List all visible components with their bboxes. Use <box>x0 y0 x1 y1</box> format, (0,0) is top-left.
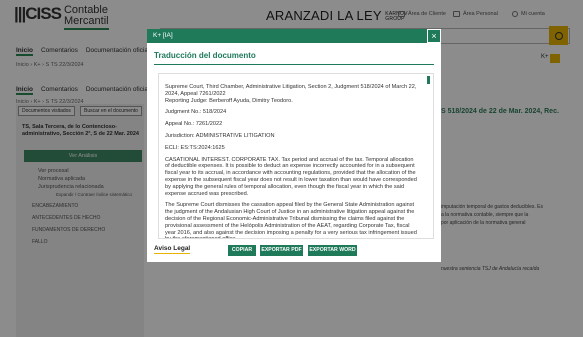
export-word-button[interactable]: EXPORTAR WORD <box>308 245 357 256</box>
doc-paragraph: ECLI: ES:TS:2024:1625 <box>165 144 225 151</box>
export-pdf-button[interactable]: EXPORTAR PDF <box>260 245 303 256</box>
modal-title: Traducción del documento <box>154 51 256 60</box>
modal-header: K+ [IA] × <box>147 29 441 43</box>
copy-button[interactable]: COPIAR <box>228 245 256 256</box>
modal-header-label: K+ [IA] <box>153 32 173 39</box>
doc-paragraph: Judgment No.: 518/2024 <box>165 109 227 116</box>
doc-paragraph: Supreme Court, Third Chamber, Administra… <box>165 84 417 104</box>
scrollbar-thumb[interactable] <box>427 76 430 84</box>
doc-paragraph: The Supreme Court dismisses the cassatio… <box>165 202 417 238</box>
translated-document[interactable]: Supreme Court, Third Chamber, Administra… <box>158 73 434 239</box>
doc-paragraph: Jurisdiction: ADMINISTRATIVE LITIGATION <box>165 132 275 139</box>
legal-notice-link[interactable]: Aviso Legal <box>154 245 191 254</box>
doc-paragraph: Appeal No.: 7261/2022 <box>165 121 223 128</box>
doc-paragraph: CASATIONAL INTEREST. CORPORATE TAX. Tax … <box>165 156 417 197</box>
close-icon[interactable]: × <box>427 29 441 43</box>
translation-modal: K+ [IA] × Traducción del documento Supre… <box>147 29 441 262</box>
title-divider <box>154 64 434 65</box>
